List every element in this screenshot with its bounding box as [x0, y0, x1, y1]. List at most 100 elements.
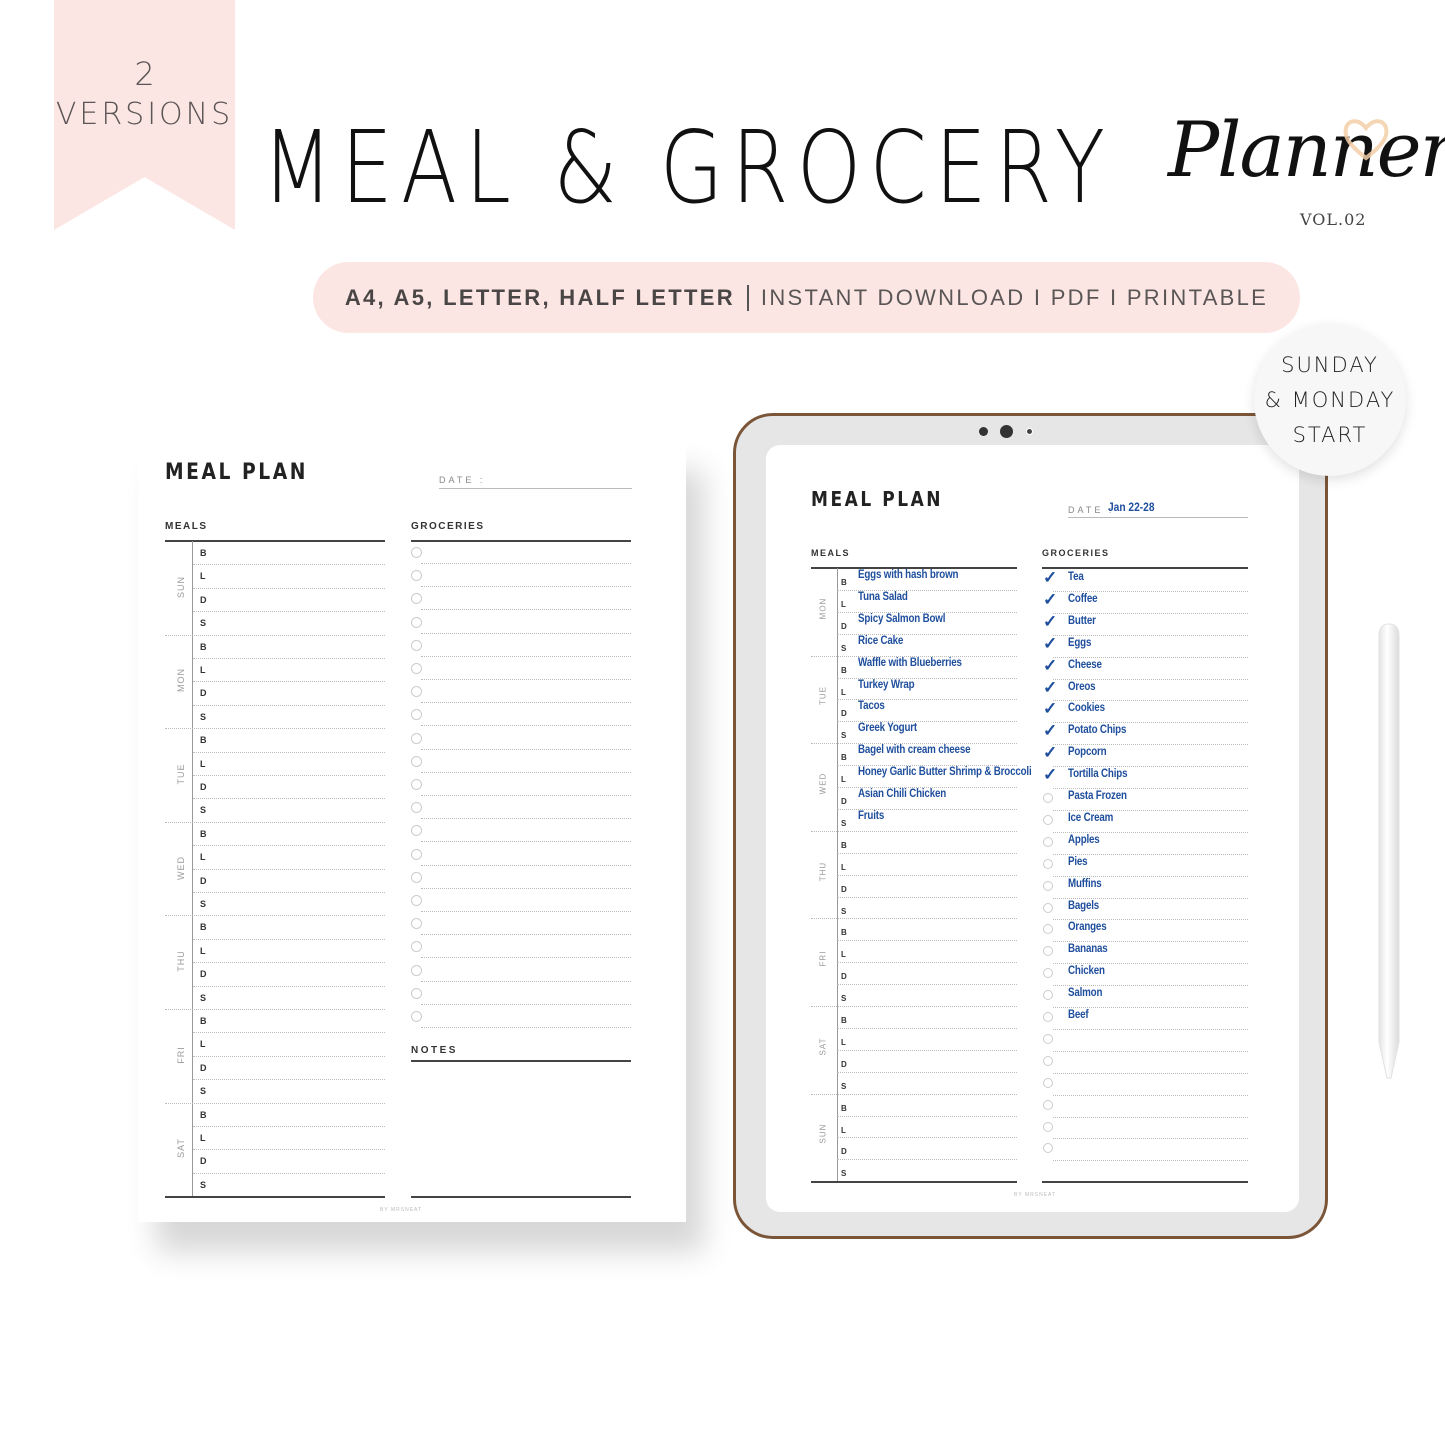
grocery-checkbox[interactable] — [411, 732, 422, 744]
grocery-checkbox[interactable] — [1043, 924, 1053, 935]
checkmark-icon[interactable]: ✓ — [1043, 613, 1057, 630]
meal-entry[interactable] — [209, 869, 385, 892]
meal-entry[interactable] — [209, 1173, 385, 1196]
checkmark-icon[interactable]: ✓ — [1043, 700, 1057, 717]
grocery-checkbox[interactable] — [1043, 1033, 1053, 1044]
meal-entry[interactable] — [209, 541, 385, 564]
grocery-checkbox[interactable] — [411, 918, 422, 930]
meal-entry[interactable] — [209, 798, 385, 821]
meal-entry[interactable]: Honey Garlic Butter Shrimp & Broccoli — [858, 766, 1032, 778]
grocery-checkbox[interactable] — [1043, 1077, 1053, 1088]
grocery-checkbox[interactable] — [411, 802, 422, 814]
grocery-checkbox[interactable] — [1043, 836, 1053, 847]
meal-entry[interactable]: Greek Yogurt — [858, 722, 917, 734]
meal-entry[interactable]: Waffle with Blueberries — [858, 657, 962, 669]
meal-entry[interactable] — [209, 588, 385, 611]
checkmark-icon[interactable]: ✓ — [1043, 766, 1057, 783]
grocery-checkbox[interactable] — [411, 686, 422, 698]
grocery-checkbox[interactable] — [411, 570, 422, 582]
grocery-checkbox[interactable] — [411, 848, 422, 860]
checkmark-icon[interactable]: ✓ — [1043, 657, 1057, 674]
grocery-item[interactable]: Potato Chips — [1068, 724, 1126, 736]
grocery-item[interactable]: Chicken — [1068, 965, 1105, 977]
grocery-item[interactable]: Butter — [1068, 615, 1096, 627]
meal-entry[interactable] — [209, 986, 385, 1009]
meal-entry[interactable] — [209, 1149, 385, 1172]
date-field[interactable] — [439, 488, 632, 489]
meal-entry[interactable] — [209, 611, 385, 634]
meal-entry[interactable] — [209, 822, 385, 845]
checkmark-icon[interactable]: ✓ — [1043, 722, 1057, 739]
meal-entry[interactable]: Spicy Salmon Bowl — [858, 613, 945, 625]
meal-entry[interactable] — [209, 1056, 385, 1079]
meal-entry[interactable] — [209, 752, 385, 775]
grocery-checkbox[interactable] — [411, 779, 422, 790]
grocery-item[interactable]: Tea — [1068, 571, 1084, 583]
meal-entry[interactable] — [209, 728, 385, 751]
grocery-checkbox[interactable] — [1043, 946, 1053, 957]
meal-entry[interactable]: Eggs with hash brown — [858, 569, 958, 581]
grocery-item[interactable]: Coffee — [1068, 593, 1098, 605]
notes-area[interactable] — [411, 1064, 631, 1194]
grocery-checkbox[interactable] — [1043, 858, 1053, 869]
grocery-checkbox[interactable] — [1043, 1099, 1053, 1110]
grocery-checkbox[interactable] — [1043, 793, 1053, 803]
grocery-checkbox[interactable] — [1043, 1055, 1053, 1066]
meal-entry[interactable] — [209, 635, 385, 658]
grocery-checkbox[interactable] — [1043, 1143, 1053, 1154]
grocery-checkbox[interactable] — [411, 639, 422, 651]
grocery-checkbox[interactable] — [411, 755, 422, 767]
grocery-item[interactable]: Oreos — [1068, 681, 1096, 693]
meal-entry[interactable]: Fruits — [858, 810, 884, 822]
meal-entry[interactable]: Tacos — [858, 700, 885, 712]
grocery-checkbox[interactable] — [1043, 1121, 1053, 1132]
grocery-checkbox[interactable] — [411, 1011, 422, 1022]
grocery-item[interactable]: Bagels — [1068, 900, 1099, 912]
grocery-checkbox[interactable] — [411, 709, 422, 721]
checkmark-icon[interactable]: ✓ — [1043, 591, 1057, 608]
meal-entry[interactable] — [209, 564, 385, 587]
grocery-item[interactable]: Bananas — [1068, 943, 1108, 955]
meal-entry[interactable]: Rice Cake — [858, 635, 903, 647]
meal-entry[interactable] — [209, 705, 385, 728]
meal-entry[interactable] — [209, 892, 385, 915]
grocery-checkbox[interactable] — [411, 895, 422, 906]
grocery-checkbox[interactable] — [411, 825, 422, 837]
checkmark-icon[interactable]: ✓ — [1043, 635, 1057, 652]
grocery-item[interactable]: Pasta Frozen — [1068, 790, 1127, 802]
meal-entry[interactable]: Asian Chili Chicken — [858, 788, 946, 800]
meal-entry[interactable] — [209, 1103, 385, 1126]
grocery-checkbox[interactable] — [1043, 968, 1053, 979]
grocery-checkbox[interactable] — [1043, 990, 1053, 1001]
grocery-checkbox[interactable] — [411, 547, 422, 558]
grocery-checkbox[interactable] — [411, 593, 422, 605]
grocery-checkbox[interactable] — [411, 871, 422, 883]
meal-entry[interactable] — [209, 915, 385, 938]
grocery-checkbox[interactable] — [1043, 902, 1053, 913]
meal-entry[interactable] — [209, 658, 385, 681]
grocery-item[interactable]: Muffins — [1068, 878, 1102, 890]
meal-entry[interactable] — [209, 1126, 385, 1149]
grocery-item[interactable]: Eggs — [1068, 637, 1091, 649]
checkmark-icon[interactable]: ✓ — [1043, 744, 1057, 761]
grocery-checkbox[interactable] — [1043, 1012, 1053, 1022]
grocery-checkbox[interactable] — [411, 663, 422, 674]
grocery-item[interactable]: Salmon — [1068, 987, 1102, 999]
grocery-item[interactable]: Cheese — [1068, 659, 1102, 671]
grocery-item[interactable]: Beef — [1068, 1009, 1089, 1021]
meal-entry[interactable] — [209, 1032, 385, 1055]
meal-entry[interactable] — [209, 681, 385, 704]
grocery-item[interactable]: Pies — [1068, 856, 1088, 868]
grocery-item[interactable]: Tortilla Chips — [1068, 768, 1128, 780]
checkmark-icon[interactable]: ✓ — [1043, 679, 1057, 696]
grocery-checkbox[interactable] — [411, 987, 422, 999]
grocery-checkbox[interactable] — [1043, 814, 1053, 825]
grocery-checkbox[interactable] — [411, 616, 422, 628]
meal-entry[interactable]: Turkey Wrap — [858, 679, 915, 691]
grocery-item[interactable]: Popcorn — [1068, 746, 1107, 758]
meal-entry[interactable] — [209, 1009, 385, 1032]
meal-entry[interactable] — [209, 1079, 385, 1102]
grocery-checkbox[interactable] — [411, 941, 422, 953]
grocery-item[interactable]: Apples — [1068, 834, 1100, 846]
grocery-checkbox[interactable] — [411, 964, 422, 976]
